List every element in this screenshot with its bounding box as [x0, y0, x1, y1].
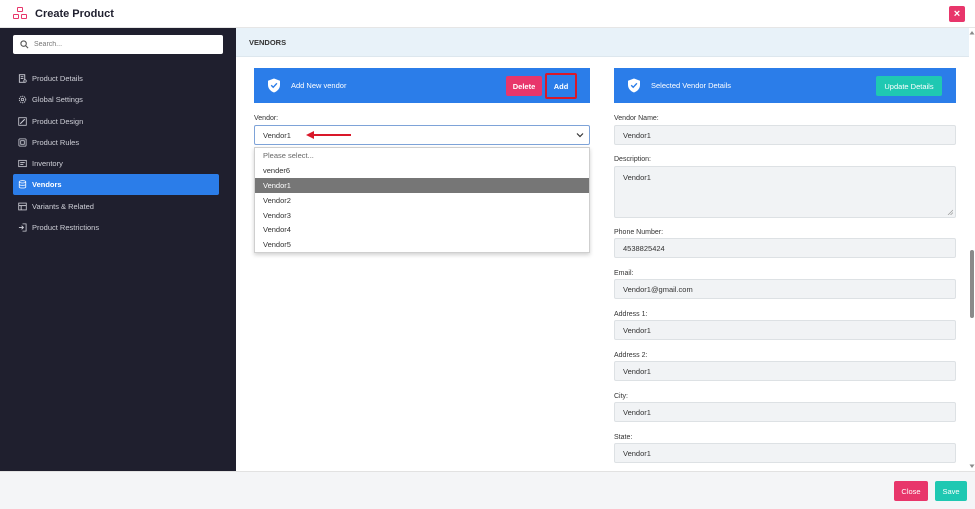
dropdown-option[interactable]: vender6: [255, 163, 589, 178]
city-field[interactable]: Vendor1: [614, 402, 956, 422]
sidebar-item-label: Product Details: [32, 74, 83, 83]
sidebar-item-product-rules[interactable]: Product Rules: [13, 132, 219, 153]
sidebar-nav: Product Details Global Settings Product …: [13, 68, 219, 238]
sidebar-item-vendors[interactable]: Vendors: [13, 174, 219, 196]
footer-bar: Close Save: [0, 471, 975, 509]
gear-icon: [18, 96, 27, 104]
city-label: City:: [614, 393, 628, 400]
sidebar-item-label: Product Restrictions: [32, 223, 100, 233]
scroll-down-arrow-icon[interactable]: [969, 464, 975, 469]
add-vendor-panel-header: Add New vendor Delete Add: [254, 68, 590, 103]
address1-field[interactable]: Vendor1: [614, 320, 956, 340]
sidebar-item-label: Product Rules: [32, 137, 80, 147]
vendor-dropdown-list: Please select... vender6 Vendor1 Vendor2…: [254, 147, 590, 253]
vendor-select[interactable]: Vendor1: [254, 125, 590, 145]
vendor-name-field[interactable]: Vendor1: [614, 125, 956, 145]
sidebar-item-inventory[interactable]: Inventory: [13, 153, 219, 174]
document-icon: [18, 74, 27, 83]
panel-title: Selected Vendor Details: [651, 81, 732, 90]
section-title: VENDORS: [236, 28, 969, 57]
sidebar: Product Details Global Settings Product …: [0, 28, 236, 471]
vendor-select-value: Vendor1: [263, 130, 291, 140]
sidebar-item-label: Vendors: [32, 180, 62, 190]
red-arrow-annotation-icon: [306, 131, 351, 139]
close-button[interactable]: Close: [894, 481, 928, 501]
address1-label: Address 1:: [614, 311, 648, 318]
state-label: State:: [614, 434, 633, 441]
scrollbar-thumb[interactable]: [970, 250, 974, 318]
address2-label: Address 2:: [614, 352, 648, 359]
vendor-name-label: Vendor Name:: [614, 115, 659, 122]
sidebar-item-product-restrictions[interactable]: Product Restrictions: [13, 217, 219, 238]
address2-field[interactable]: Vendor1: [614, 361, 956, 381]
description-value: Vendor1: [623, 173, 651, 182]
sidebar-item-product-details[interactable]: Product Details: [13, 68, 219, 89]
dropdown-option[interactable]: Vendor2: [255, 193, 589, 208]
resize-handle-icon[interactable]: [947, 209, 953, 215]
variants-icon: [18, 202, 27, 211]
search-input[interactable]: [34, 41, 204, 48]
vendor-details-panel-header: Selected Vendor Details Update Details: [614, 68, 956, 103]
panel-title: Add New vendor: [291, 81, 347, 90]
dropdown-option[interactable]: Vendor4: [255, 222, 589, 237]
description-label: Description:: [614, 156, 651, 163]
database-icon: [18, 180, 27, 189]
shield-check-icon: [628, 78, 640, 93]
delete-button[interactable]: Delete: [506, 76, 542, 96]
phone-field[interactable]: 4538825424: [614, 238, 956, 258]
window-title: Create Product: [35, 7, 114, 20]
shield-check-icon: [268, 78, 280, 93]
phone-label: Phone Number:: [614, 229, 664, 236]
sidebar-item-label: Global Settings: [32, 95, 83, 105]
inventory-icon: [18, 160, 27, 168]
sidebar-item-product-design[interactable]: Product Design: [13, 111, 219, 132]
add-button[interactable]: Add: [545, 73, 577, 99]
dropdown-option-selected[interactable]: Vendor1: [255, 177, 589, 193]
main-content: VENDORS Add New vendor Delete Add Vendor…: [236, 28, 969, 471]
sidebar-item-variants-related[interactable]: Variants & Related: [13, 196, 219, 217]
dropdown-option[interactable]: Vendor5: [255, 237, 589, 252]
chevron-down-icon: [576, 133, 584, 138]
rules-icon: [18, 138, 27, 147]
sidebar-item-label: Variants & Related: [32, 201, 94, 211]
email-label: Email:: [614, 270, 634, 277]
update-details-button[interactable]: Update Details: [876, 76, 942, 96]
title-bar: Create Product ×: [0, 0, 975, 28]
restriction-icon: [18, 223, 27, 232]
close-window-button[interactable]: ×: [949, 6, 965, 22]
dropdown-option[interactable]: Please select...: [255, 148, 589, 163]
pencil-icon: [18, 116, 27, 126]
scroll-up-arrow-icon[interactable]: [969, 30, 975, 35]
search-icon: [20, 40, 29, 49]
description-field[interactable]: Vendor1: [614, 166, 956, 218]
sidebar-item-label: Inventory: [32, 159, 63, 169]
main-scrollbar[interactable]: [969, 28, 975, 471]
save-button[interactable]: Save: [935, 481, 967, 501]
dropdown-option[interactable]: Vendor3: [255, 208, 589, 223]
sidebar-item-label: Product Design: [32, 116, 84, 126]
product-boxes-icon: [12, 6, 28, 21]
vendor-label: Vendor:: [254, 115, 279, 122]
email-field[interactable]: Vendor1@gmail.com: [614, 279, 956, 299]
search-box[interactable]: [13, 35, 223, 54]
sidebar-item-global-settings[interactable]: Global Settings: [13, 89, 219, 110]
state-field[interactable]: Vendor1: [614, 443, 956, 463]
